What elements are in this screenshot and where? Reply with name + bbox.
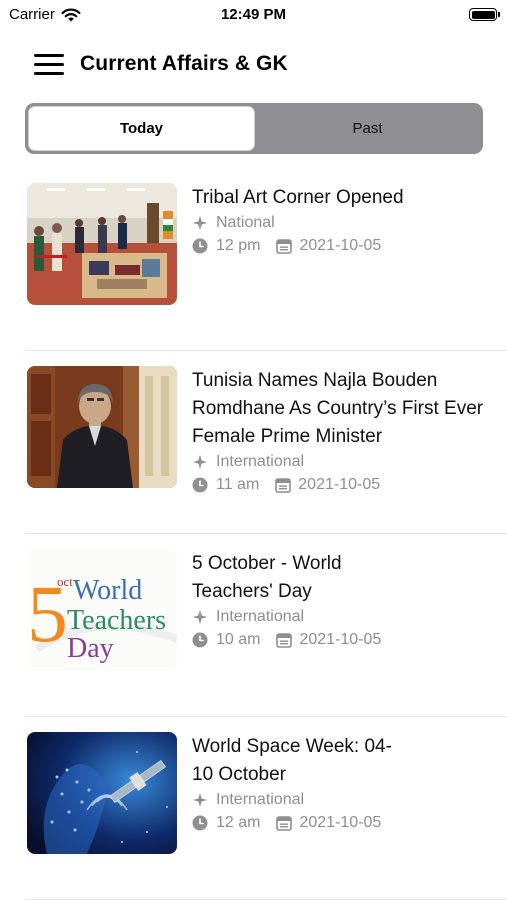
news-item[interactable]: World Space Week: 04-10 October Internat… (25, 717, 507, 900)
calendar-icon (276, 238, 293, 254)
compass-icon (192, 215, 208, 231)
najla-bouden-thumbnail (27, 366, 177, 488)
news-category: International (216, 791, 305, 808)
news-category: National (216, 214, 275, 231)
news-time: 12 am (216, 814, 261, 831)
news-item[interactable]: 5 oct World Teachers Day 5 October - Wor… (25, 534, 507, 717)
news-headline: Tunisia Names Najla Bouden Romdhane As C… (192, 370, 484, 447)
status-bar: Carrier 12:49 PM (0, 0, 507, 30)
battery-icon (469, 8, 500, 21)
news-time: 10 am (216, 631, 261, 648)
news-date: 2021-10-05 (299, 631, 382, 648)
news-time: 12 pm (216, 237, 261, 254)
news-category: International (216, 453, 305, 470)
news-date: 2021-10-05 (299, 814, 382, 831)
page-title: Current Affairs & GK (80, 52, 288, 75)
navigation-bar: Current Affairs & GK (0, 44, 507, 84)
news-list: Tribal Art Corner Opened National 12 pm … (0, 168, 507, 900)
segment-today[interactable]: Today (28, 106, 255, 151)
calendar-icon (276, 815, 293, 831)
thumb-line-3: Day (67, 633, 114, 664)
segment-past[interactable]: Past (255, 106, 480, 151)
tribal-art-thumbnail (27, 183, 177, 305)
news-category: International (216, 608, 305, 625)
clock-icon (192, 238, 208, 254)
hamburger-menu-icon[interactable] (34, 54, 66, 78)
news-date: 2021-10-05 (299, 237, 382, 254)
news-headline: World Space Week: 04-10 October (192, 736, 392, 785)
world-teachers-day-thumbnail: 5 oct World Teachers Day (27, 549, 177, 671)
status-time: 12:49 PM (220, 6, 287, 23)
news-date: 2021-10-05 (298, 476, 381, 493)
calendar-icon (275, 477, 292, 493)
thumb-line-2: Teachers (67, 605, 166, 636)
news-item[interactable]: Tunisia Names Najla Bouden Romdhane As C… (25, 351, 507, 534)
thumb-line-1: World (73, 575, 142, 606)
day-segmented-control: Today Past (25, 103, 483, 154)
news-headline: Tribal Art Corner Opened (192, 187, 404, 208)
calendar-icon (276, 632, 293, 648)
news-item[interactable]: Tribal Art Corner Opened National 12 pm … (25, 168, 507, 351)
thumb-month: oct (57, 574, 73, 589)
clock-icon (192, 815, 208, 831)
space-week-thumbnail (27, 732, 177, 854)
news-time: 11 am (216, 476, 260, 493)
clock-icon (192, 477, 208, 493)
compass-icon (192, 609, 208, 625)
compass-icon (192, 792, 208, 808)
news-headline: 5 October - World Teachers' Day (192, 553, 342, 602)
compass-icon (192, 454, 208, 470)
clock-icon (192, 632, 208, 648)
